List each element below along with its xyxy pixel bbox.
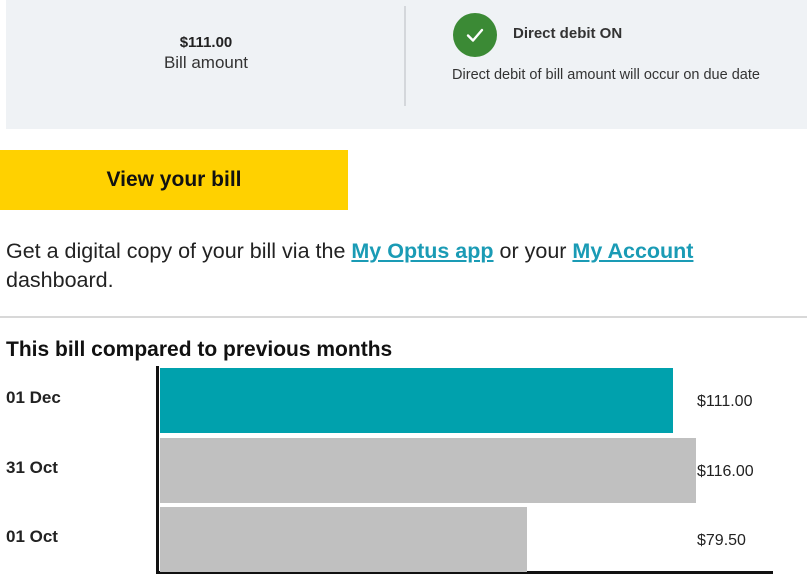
my-optus-app-link[interactable]: My Optus app <box>351 239 493 263</box>
summary-divider <box>404 6 406 106</box>
checkmark-icon <box>453 13 497 57</box>
comparison-title: This bill compared to previous months <box>6 338 393 361</box>
info-prefix: Get a digital copy of your bill via the <box>6 239 352 263</box>
chart-category-label: 01 Oct <box>6 527 58 546</box>
info-middle: or your <box>493 239 573 263</box>
chart-value-label: $116.00 <box>697 462 754 480</box>
direct-debit-status: Direct debit ON <box>513 25 623 42</box>
bill-amount-block: $111.00 Bill amount <box>6 34 406 73</box>
bill-summary-panel: $111.00 Bill amount Direct debit ON Dire… <box>6 0 807 129</box>
chart-bar <box>160 437 696 503</box>
chart-value-label: $79.50 <box>697 532 746 549</box>
direct-debit-description: Direct debit of bill amount will occur o… <box>452 67 760 83</box>
chart-category-label: 01 Dec <box>6 388 61 407</box>
bill-amount-label: Bill amount <box>163 53 249 72</box>
info-suffix: dashboard. <box>6 268 114 292</box>
view-bill-button[interactable]: View your bill <box>0 150 348 210</box>
my-account-link[interactable]: My Account <box>572 239 693 263</box>
section-separator <box>0 316 807 318</box>
digital-copy-info: Get a digital copy of your bill via the … <box>6 237 806 295</box>
bill-amount-value: $111.00 <box>179 34 233 51</box>
chart-bar <box>160 507 527 572</box>
chart-bar <box>160 368 673 433</box>
chart-value-label: $111.00 <box>697 393 753 410</box>
chart-x-axis <box>156 571 773 574</box>
chart-y-axis <box>156 366 159 574</box>
chart-category-label: 31 Oct <box>6 457 58 477</box>
